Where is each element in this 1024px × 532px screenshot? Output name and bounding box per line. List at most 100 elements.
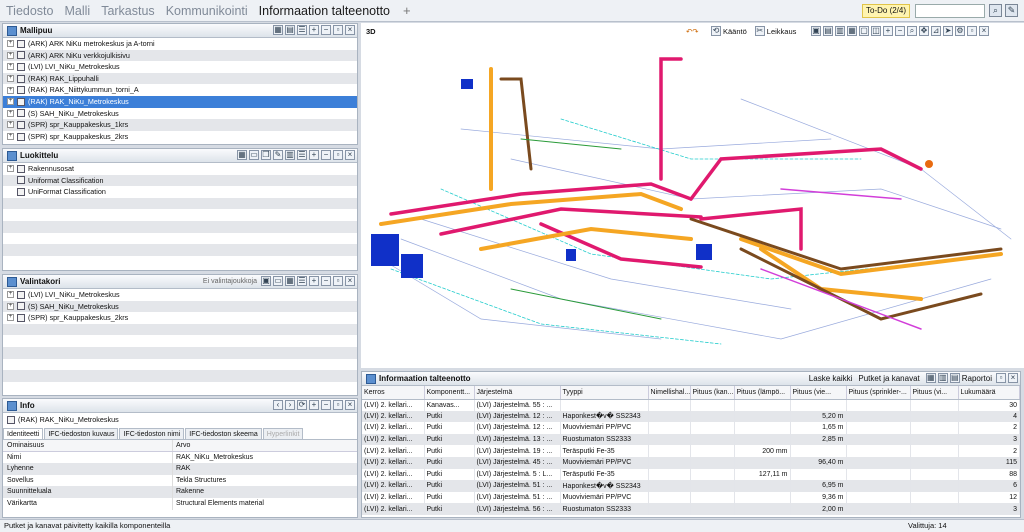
table-row[interactable]: (LVI) 2. kellari... Putki (LVI) Järjestelm… [362,491,1020,504]
copy-icon[interactable]: ❐ [261,150,271,160]
new-icon[interactable]: ▦ [237,150,247,160]
tree-item[interactable]: + (ARK) ARK NiKu metrokeskus ja A-torni [3,38,357,50]
column-header[interactable]: Komponentt... [424,386,475,400]
expand-icon[interactable]: + [7,109,14,117]
menu-malli[interactable]: Malli [64,4,90,18]
back-icon[interactable]: ‹ [273,400,283,410]
tree-select-icon[interactable]: ▦ [273,25,283,35]
column-header[interactable]: Pituus (lämpö... [734,386,791,400]
add-tab-button[interactable]: + [403,3,411,18]
undo-icon[interactable]: ↶↷ [686,27,699,36]
menu-tiedosto[interactable]: Tiedosto [6,4,53,18]
tab-identiteetti[interactable]: Identiteetti [3,428,44,439]
table-row[interactable]: (LVI) 2. kellari... Putki (LVI) Järjestelm… [362,468,1020,481]
menu-informaation-talteenotto[interactable]: Informaation talteenotto [259,4,390,18]
select-icon[interactable]: ▦ [285,276,295,286]
collapse-icon[interactable]: − [321,150,331,160]
column-header[interactable]: Tyyppi [560,386,649,400]
expand-icon[interactable]: + [309,276,319,286]
column-header[interactable]: Pituus (kan... [690,386,735,400]
close-icon[interactable]: × [345,400,355,410]
expand-icon[interactable]: + [7,133,14,141]
calculate-all-button[interactable]: Laske kaikki [809,374,853,383]
grid-icon[interactable]: ▦ [847,26,857,36]
classification-item[interactable]: + Rakennusosat [3,163,357,175]
zoom-fit-icon[interactable]: ⌕ [907,26,917,36]
zoom-in-icon[interactable]: + [883,26,893,36]
expand-icon[interactable]: + [7,63,14,71]
close-icon[interactable]: × [1008,373,1018,383]
settings-icon[interactable]: ✎ [1005,4,1018,17]
tree-item[interactable]: + (SPR) spr_Kauppakeskus_1krs [3,119,357,131]
expand-icon[interactable]: + [7,98,14,106]
table-row[interactable]: (LVI) 2. kellari... Putki (LVI) Järjestelm… [362,503,1020,515]
folder-icon[interactable]: ▭ [273,276,283,286]
layer-icon[interactable]: ▥ [835,26,845,36]
restore-icon[interactable]: ▫ [967,26,977,36]
expand-icon[interactable]: + [7,75,14,83]
tab-ifc-kuvaus[interactable]: IFC-tiedoston kuvaus [44,428,119,439]
close-icon[interactable]: × [979,26,989,36]
close-icon[interactable]: × [345,25,355,35]
expand-icon[interactable]: + [7,291,14,299]
classification-item[interactable]: UniFormat Classification [3,186,357,198]
collapse-icon[interactable]: − [321,25,331,35]
tab-ifc-skeema[interactable]: IFC-tiedoston skeema [185,428,262,439]
section-dropdown[interactable]: Leikkaus [767,27,797,36]
table-row[interactable]: (LVI) 2. kellari... Putki (LVI) Järjestelm… [362,410,1020,423]
expand-icon[interactable]: + [309,400,319,410]
table-view-icon[interactable]: ▦ [925,373,936,383]
basket-item[interactable]: + (LVI) LVI_NiKu_Metrokeskus [3,289,357,301]
tree-item[interactable]: + (S) SAH_NiKu_Metrokeskus [3,108,357,120]
report-button[interactable]: Raportoi [962,374,992,383]
tree-item[interactable]: + (LVI) LVI_NiKu_Metrokeskus [3,61,357,73]
expand-icon[interactable]: + [7,314,14,322]
expand-icon[interactable]: + [309,25,319,35]
restore-icon[interactable]: ▫ [333,150,343,160]
menu-kommunikointi[interactable]: Kommunikointi [166,4,248,18]
edit-icon[interactable]: ✎ [273,150,283,160]
forward-icon[interactable]: › [285,400,295,410]
tree-item[interactable]: + (ARK) ARK NiKu verkkojulkisivu [3,49,357,62]
restore-icon[interactable]: ▫ [333,276,343,286]
cut-box-icon[interactable]: ▤ [823,26,833,36]
column-header[interactable]: Nimellishal... [648,386,691,400]
table-row[interactable]: (LVI) 2. kellari... Kanavas... (LVI) Järje… [362,399,1020,411]
column-header[interactable]: Lukumäärä [958,386,1020,400]
expand-icon[interactable]: + [7,51,14,59]
collapse-icon[interactable]: − [321,400,331,410]
classification-item[interactable]: Uniformat Classification [3,174,357,187]
table-row[interactable]: (LVI) 2. kellari... Putki (LVI) Järjestelm… [362,433,1020,446]
column-header[interactable]: Kerros [362,386,425,400]
search-input[interactable] [915,4,985,18]
expand-icon[interactable]: + [7,86,14,94]
table-row[interactable]: (LVI) 2. kellari... Putki (LVI) Järjestelm… [362,445,1020,457]
settings-icon[interactable]: ⚙ [955,26,965,36]
column-header[interactable]: Pituus (vie... [790,386,847,400]
search-icon[interactable]: ⌕ [989,4,1002,17]
tree-item[interactable]: + (SPR) spr_Kauppakeskus_2krs [3,131,357,143]
save-icon[interactable]: ▣ [261,276,271,286]
close-icon[interactable]: × [345,276,355,286]
columns-icon[interactable]: ▥ [937,373,948,383]
list-icon[interactable]: ☰ [297,276,307,286]
frame-icon[interactable]: ▢ [859,26,869,36]
basket-item[interactable]: + (SPR) spr_Kauppakeskus_2krs [3,312,357,324]
column-header[interactable]: Pituus (vi... [910,386,959,400]
expand-icon[interactable]: + [7,165,14,173]
tab-ifc-nimi[interactable]: IFC-tiedoston nimi [119,428,185,439]
pipes-and-ducts-dropdown[interactable]: Putket ja kanavat [858,374,919,383]
table-row[interactable]: (LVI) 2. kellari... Putki (LVI) Järjestelm… [362,480,1020,492]
tree-item[interactable]: + (RAK) RAK_Niittykummun_torni_A [3,84,357,96]
restore-icon[interactable]: ▫ [333,400,343,410]
expand-icon[interactable]: + [7,302,14,310]
list-icon[interactable]: ☰ [297,150,307,160]
menu-tarkastus[interactable]: Tarkastus [101,4,155,18]
tree-item-selected[interactable]: + (RAK) RAK_NiKu_Metrokeskus [3,95,357,108]
rotate-icon[interactable]: ⟲ [711,26,721,36]
close-icon[interactable]: × [345,150,355,160]
restore-icon[interactable]: ▫ [996,373,1006,383]
measure-icon[interactable]: ⊿ [931,26,941,36]
tree-item[interactable]: + (RAK) RAK_Lippuhalli [3,72,357,85]
selection-set-dropdown[interactable]: Ei valintajoukkoja [203,278,257,285]
